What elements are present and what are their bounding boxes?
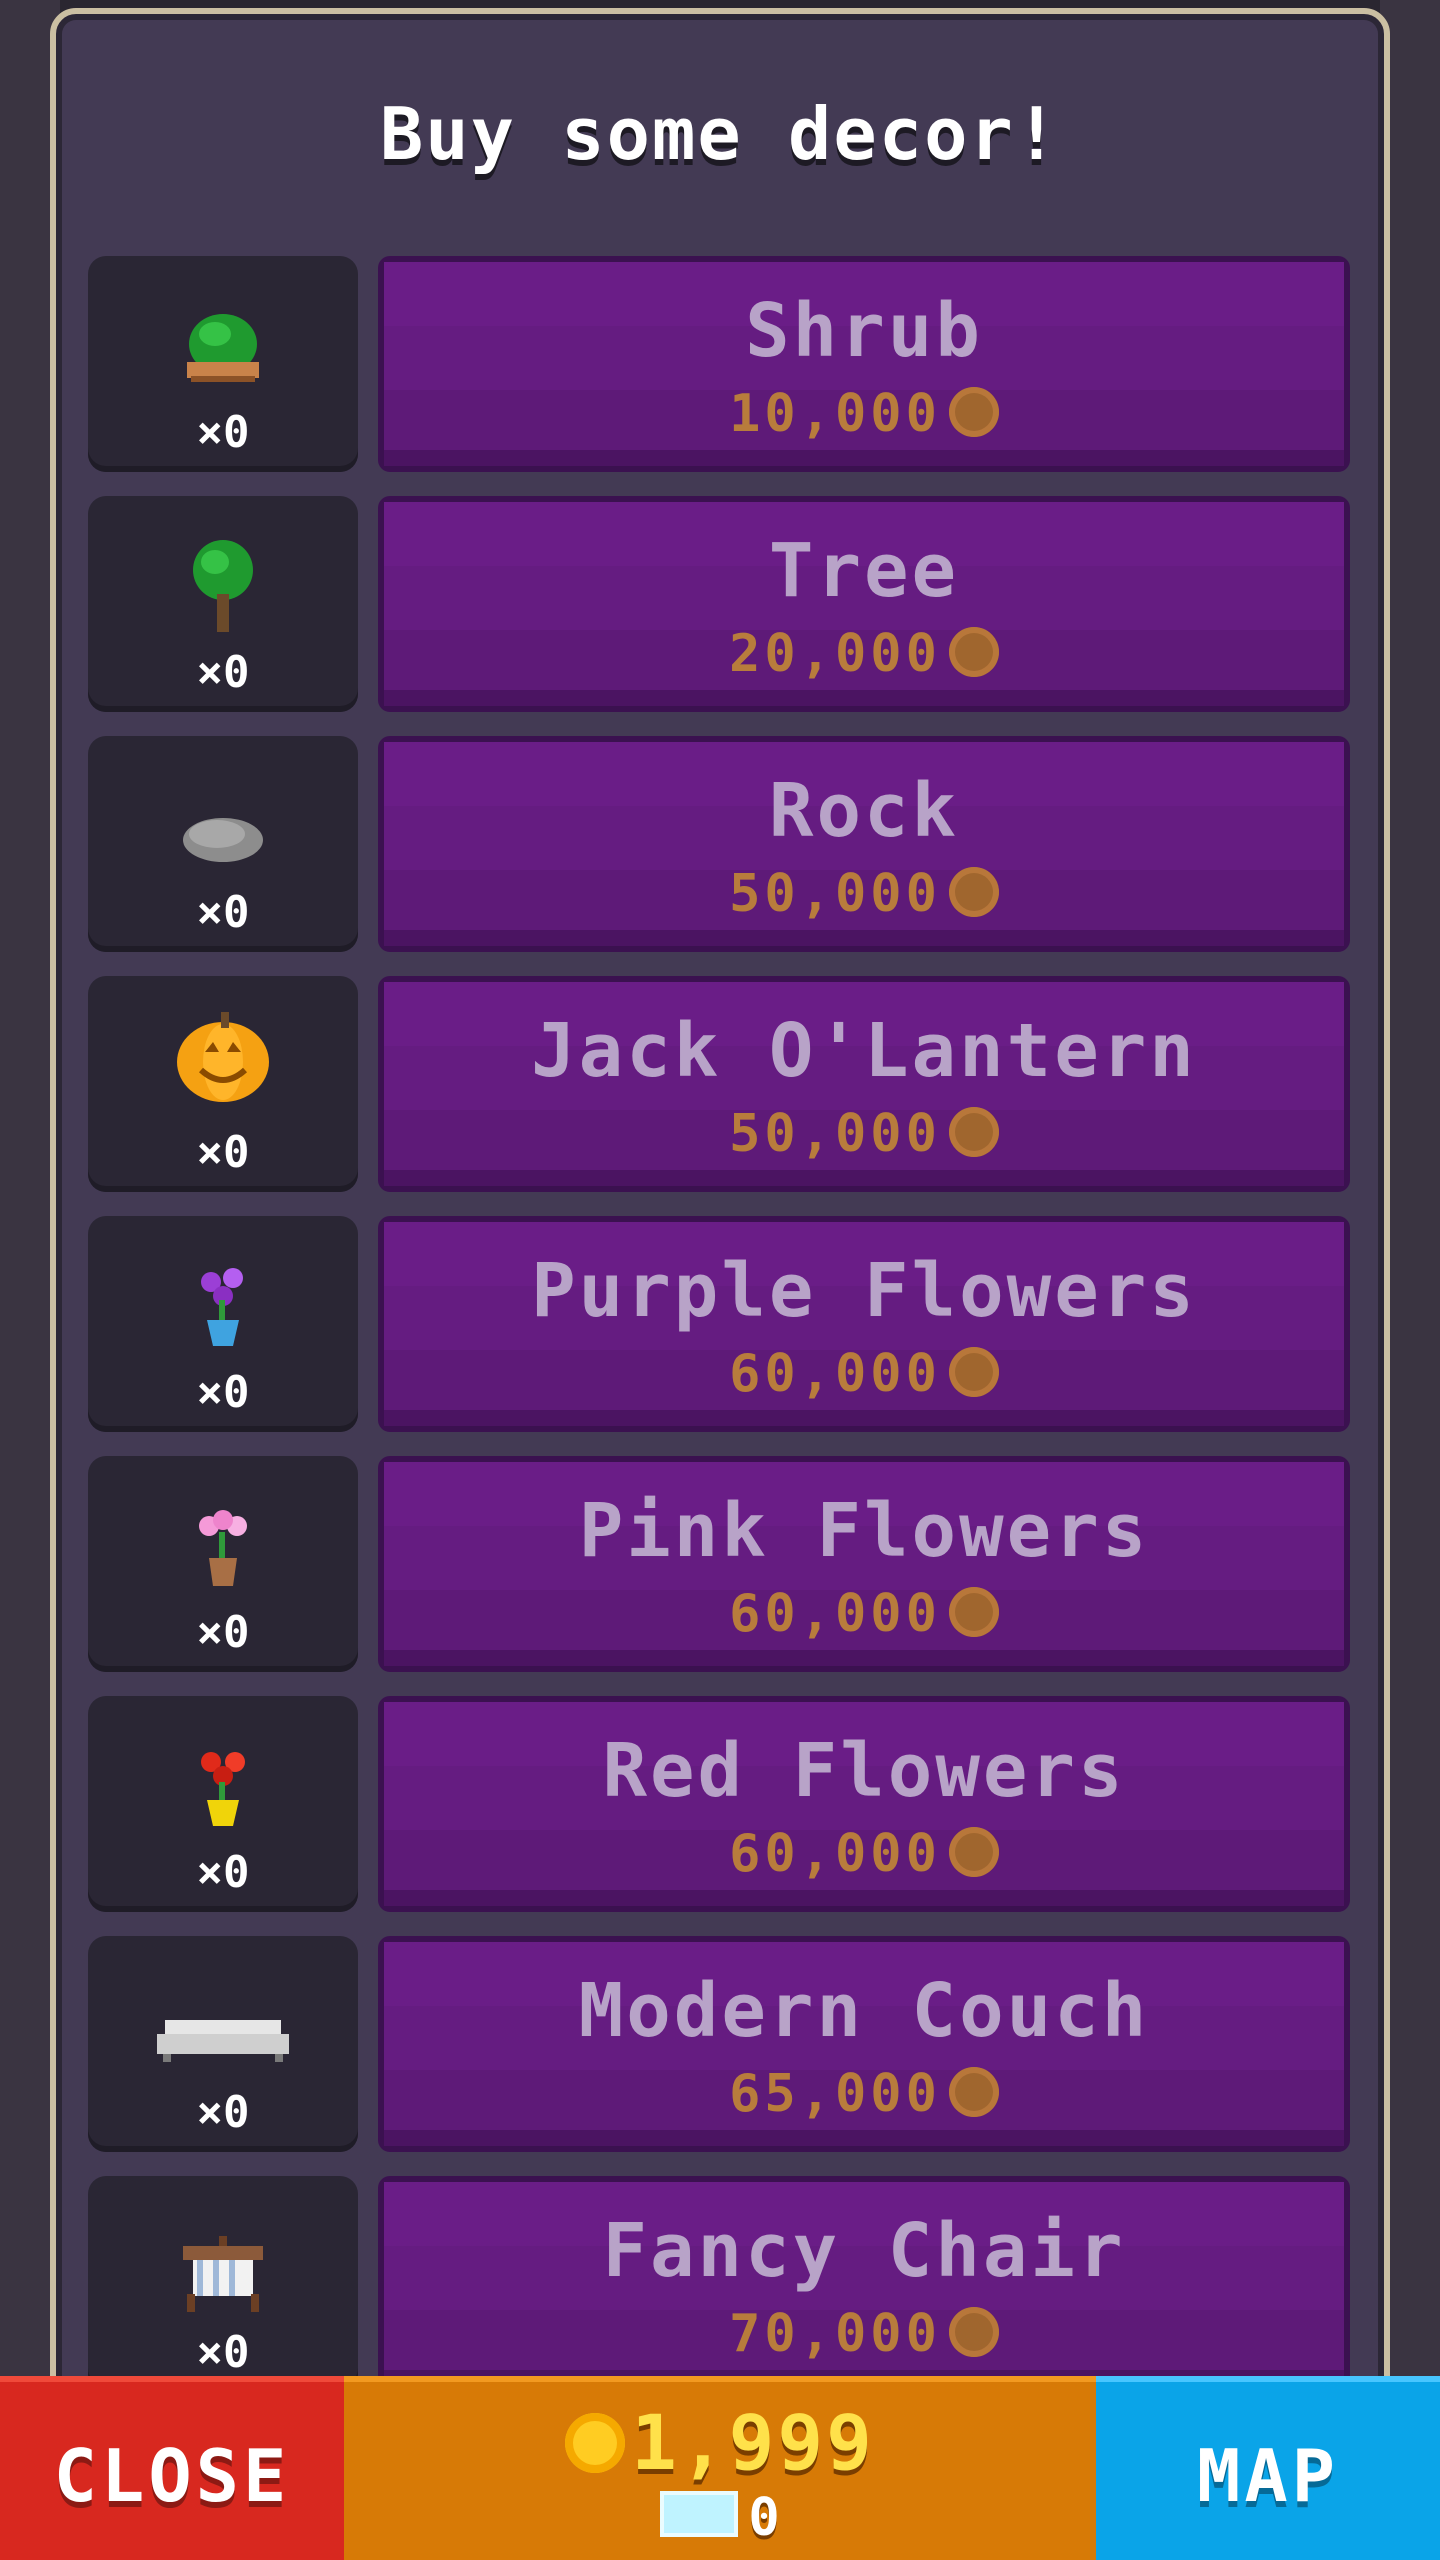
- item-thumbnail: ×0: [88, 496, 358, 712]
- list-item: ×0 Fancy Chair 70,000: [88, 2176, 1350, 2392]
- gem-balance: 0: [344, 2488, 1096, 2548]
- item-price: 10,000: [384, 384, 1344, 444]
- buy-pink-flowers-button[interactable]: Pink Flowers 60,000: [378, 1456, 1350, 1672]
- pumpkin-icon: [177, 1012, 269, 1102]
- coin-icon: [948, 1107, 999, 1157]
- close-button[interactable]: CLOSE: [0, 2376, 344, 2560]
- purple-flowers-icon: [201, 1268, 243, 1346]
- coin-icon: [948, 1827, 999, 1877]
- close-label: CLOSE: [53, 2434, 291, 2518]
- list-item: ×0 Purple Flowers 60,000: [88, 1216, 1350, 1432]
- item-name: Fancy Chair: [602, 2208, 1126, 2294]
- item-thumbnail: ×0: [88, 2176, 358, 2392]
- item-name: Red Flowers: [602, 1728, 1126, 1814]
- chair-icon: [183, 2236, 263, 2312]
- item-name: Tree: [768, 528, 960, 614]
- red-flowers-icon: [201, 1752, 245, 1826]
- owned-count: ×0: [196, 647, 250, 698]
- pink-flowers-icon: [199, 1510, 247, 1586]
- list-item: ×0 Tree 20,000: [88, 496, 1350, 712]
- owned-count: ×0: [196, 2327, 250, 2378]
- buy-modern-couch-button[interactable]: Modern Couch 65,000: [378, 1936, 1350, 2152]
- item-thumbnail: ×0: [88, 976, 358, 1192]
- owned-count: ×0: [196, 887, 250, 938]
- item-price: 60,000: [384, 1824, 1344, 1884]
- item-name: Rock: [768, 768, 960, 854]
- couch-icon: [157, 2020, 289, 2062]
- coin-icon: [948, 387, 999, 437]
- item-price: 60,000: [384, 1344, 1344, 1404]
- item-thumbnail: ×0: [88, 1696, 358, 1912]
- owned-count: ×0: [196, 407, 250, 458]
- coin-balance: 1,999: [344, 2398, 1096, 2487]
- owned-count: ×0: [196, 1847, 250, 1898]
- list-item: ×0 Modern Couch 65,000: [88, 1936, 1350, 2152]
- coin-icon: [948, 867, 999, 917]
- item-price: 60,000: [384, 1584, 1344, 1644]
- coin-icon: [948, 627, 999, 677]
- item-price: 65,000: [384, 2064, 1344, 2124]
- item-price: 70,000: [384, 2304, 1344, 2364]
- list-item: ×0 Pink Flowers 60,000: [88, 1456, 1350, 1672]
- owned-count: ×0: [196, 1367, 250, 1418]
- buy-fancy-chair-button[interactable]: Fancy Chair 70,000: [378, 2176, 1350, 2392]
- list-item: ×0 Shrub 10,000: [88, 256, 1350, 472]
- shrub-icon: [187, 314, 259, 382]
- owned-count: ×0: [196, 1607, 250, 1658]
- buy-rock-button[interactable]: Rock 50,000: [378, 736, 1350, 952]
- item-thumbnail: ×0: [88, 256, 358, 472]
- map-label: MAP: [1196, 2434, 1340, 2518]
- list-item: ×0 Jack O'Lantern 50,000: [88, 976, 1350, 1192]
- bottom-bar: CLOSE 1,999 0 MAP: [0, 2372, 1440, 2560]
- list-item: ×0 Red Flowers 60,000: [88, 1696, 1350, 1912]
- map-button[interactable]: MAP: [1096, 2376, 1440, 2560]
- buy-jack-o-lantern-button[interactable]: Jack O'Lantern 50,000: [378, 976, 1350, 1192]
- tree-icon: [193, 540, 253, 632]
- item-thumbnail: ×0: [88, 1936, 358, 2152]
- buy-purple-flowers-button[interactable]: Purple Flowers 60,000: [378, 1216, 1350, 1432]
- coin-icon: [565, 2413, 626, 2473]
- item-name: Jack O'Lantern: [531, 1008, 1197, 1094]
- item-thumbnail: ×0: [88, 736, 358, 952]
- item-name: Pink Flowers: [578, 1488, 1150, 1574]
- coin-icon: [948, 2307, 999, 2357]
- item-thumbnail: ×0: [88, 1216, 358, 1432]
- wallet-display: 1,999 0: [344, 2376, 1096, 2560]
- item-price: 20,000: [384, 624, 1344, 684]
- owned-count: ×0: [196, 2087, 250, 2138]
- coin-icon: [948, 2067, 999, 2117]
- item-name: Purple Flowers: [531, 1248, 1197, 1334]
- item-name: Shrub: [745, 288, 983, 374]
- buy-red-flowers-button[interactable]: Red Flowers 60,000: [378, 1696, 1350, 1912]
- item-price: 50,000: [384, 1104, 1344, 1164]
- list-item: ×0 Rock 50,000: [88, 736, 1350, 952]
- shop-title: Buy some decor!: [379, 92, 1061, 176]
- rock-icon: [183, 818, 263, 862]
- coin-icon: [948, 1347, 999, 1397]
- gem-icon: [660, 2491, 739, 2537]
- item-thumbnail: ×0: [88, 1456, 358, 1672]
- coin-icon: [948, 1587, 999, 1637]
- buy-shrub-button[interactable]: Shrub 10,000: [378, 256, 1350, 472]
- item-name: Modern Couch: [578, 1968, 1150, 2054]
- buy-tree-button[interactable]: Tree 20,000: [378, 496, 1350, 712]
- item-price: 50,000: [384, 864, 1344, 924]
- owned-count: ×0: [196, 1127, 250, 1178]
